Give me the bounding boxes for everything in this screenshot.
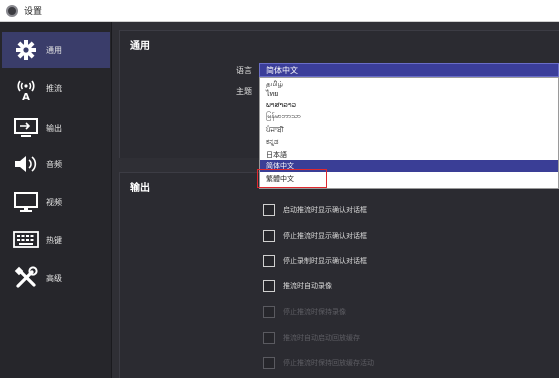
- checkbox-label: 推流时自动录像: [283, 282, 332, 290]
- sidebar-item-label: 推流: [46, 83, 62, 93]
- checkbox: [263, 357, 275, 369]
- checkbox-row-disabled: 停止推流时保持录像: [263, 305, 346, 319]
- language-option[interactable]: ಕನ್ನಡ: [266, 138, 278, 147]
- language-option[interactable]: ਪੰਜਾਬੀ: [266, 126, 284, 135]
- checkbox-label: 推流时自动启动回放缓存: [283, 334, 360, 342]
- window-title: 设置: [24, 7, 43, 17]
- checkbox: [263, 306, 275, 318]
- sidebar-item-hotkeys[interactable]: 热键: [2, 222, 110, 258]
- sidebar-item-advanced[interactable]: 高级: [2, 260, 110, 296]
- selection-highlight-box: [257, 169, 327, 188]
- checkbox[interactable]: [263, 280, 275, 292]
- title-bar: 设置: [0, 0, 559, 22]
- theme-label: 主题: [236, 87, 252, 96]
- language-label: 语言: [236, 66, 252, 75]
- sidebar-item-stream[interactable]: A 推流: [2, 70, 110, 106]
- broadcast-icon: A: [10, 75, 42, 101]
- sidebar-item-output[interactable]: 输出: [2, 110, 110, 146]
- checkbox[interactable]: [263, 255, 275, 267]
- language-option[interactable]: ไทย: [266, 89, 278, 100]
- sidebar-item-audio[interactable]: 音频: [2, 146, 110, 182]
- keyboard-icon: [10, 227, 42, 253]
- checkbox-label: 停止录制时显示确认对话框: [283, 257, 367, 265]
- checkbox-label: 启动推流时显示确认对话框: [283, 206, 367, 214]
- speaker-icon: [10, 151, 42, 177]
- checkbox-label: 停止推流时显示确认对话框: [283, 232, 367, 240]
- checkbox-row[interactable]: 启动推流时显示确认对话框: [263, 203, 367, 217]
- gear-icon: [10, 37, 42, 63]
- language-select-value: 简体中文: [266, 66, 298, 75]
- sidebar-item-video[interactable]: 视频: [2, 184, 110, 220]
- checkbox-label: 停止推流时保持回放缓存活动: [283, 359, 374, 367]
- checkbox-row[interactable]: 停止推流时显示确认对话框: [263, 229, 367, 243]
- language-option[interactable]: தமிழ்: [266, 80, 283, 89]
- tools-icon: [10, 265, 42, 291]
- checkbox-row[interactable]: 推流时自动录像: [263, 279, 332, 293]
- sidebar-item-general[interactable]: 通用: [2, 32, 110, 68]
- sidebar-item-label: 视频: [46, 197, 62, 207]
- checkbox-label: 停止推流时保持录像: [283, 308, 346, 316]
- obs-logo-icon: [6, 4, 18, 17]
- language-option[interactable]: မြန်မာဘာသာ: [266, 112, 301, 122]
- panel-title-output: 输出: [130, 183, 150, 194]
- monitor-icon: [10, 189, 42, 215]
- language-option[interactable]: ພາສາລາວ: [266, 101, 296, 109]
- checkbox-row-disabled: 推流时自动启动回放缓存: [263, 331, 360, 345]
- svg-text:A: A: [22, 92, 30, 101]
- sidebar-item-label: 音频: [46, 159, 62, 169]
- checkbox[interactable]: [263, 230, 275, 242]
- sidebar-item-label: 热键: [46, 235, 62, 245]
- output-monitor-icon: [10, 115, 42, 141]
- language-option[interactable]: 日本語: [266, 150, 287, 160]
- sidebar-item-label: 输出: [46, 123, 62, 133]
- language-select[interactable]: 简体中文: [259, 63, 559, 77]
- panel-title-general: 通用: [130, 41, 150, 52]
- sidebar-item-label: 通用: [46, 45, 62, 55]
- checkbox[interactable]: [263, 204, 275, 216]
- sidebar-item-label: 高级: [46, 273, 62, 283]
- checkbox-row-disabled: 停止推流时保持回放缓存活动: [263, 356, 374, 370]
- settings-sidebar: 通用 A 推流 输出 音频 视频 热键 高级: [0, 22, 112, 378]
- checkbox-row[interactable]: 停止录制时显示确认对话框: [263, 254, 367, 268]
- checkbox: [263, 332, 275, 344]
